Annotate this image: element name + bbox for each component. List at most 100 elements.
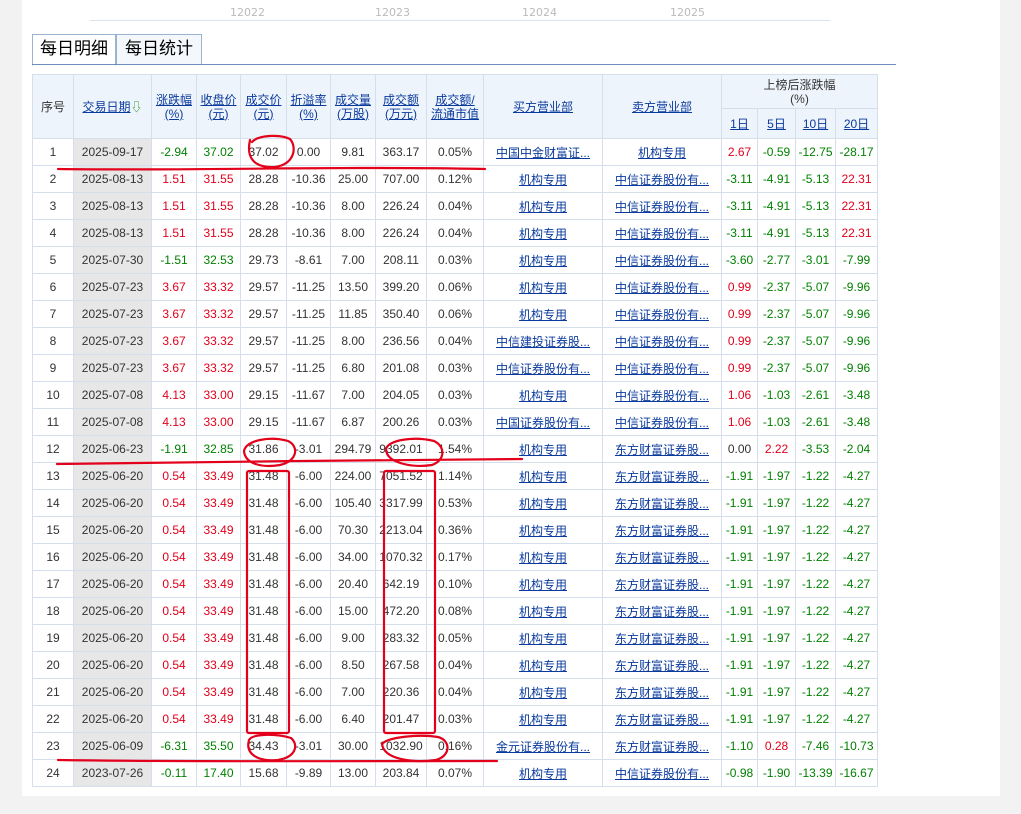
sort-volume-link[interactable]: 成交量 [335,93,371,107]
buyer-cell[interactable]: 机构专用 [483,246,603,274]
buyer-link[interactable]: 中国证券股份有... [496,416,590,430]
seller-cell[interactable]: 东方财富证券股... [602,489,722,517]
buyer-link[interactable]: 机构专用 [519,227,567,241]
seller-link[interactable]: 东方财富证券股... [615,686,709,700]
buyer-cell[interactable]: 机构专用 [483,273,603,301]
buyer-cell[interactable]: 机构专用 [483,516,603,544]
sort-buyer-link[interactable]: 买方营业部 [513,100,573,114]
col-d5-header[interactable]: 5日 [757,108,796,139]
seller-link[interactable]: 东方财富证券股... [615,443,709,457]
sort-amount-link[interactable]: 成交额 [383,93,419,107]
buyer-link[interactable]: 机构专用 [519,632,567,646]
seller-link[interactable]: 东方财富证券股... [615,470,709,484]
sort-ratio-link[interactable]: 成交额/ [435,93,474,107]
seller-cell[interactable]: 东方财富证券股... [602,462,722,490]
col-d10-header[interactable]: 10日 [795,108,836,139]
seller-cell[interactable]: 中信证券股份有... [602,246,722,274]
seller-link[interactable]: 中信证券股份有... [615,389,709,403]
seller-cell[interactable]: 中信证券股份有... [602,192,722,220]
buyer-cell[interactable]: 中国中金财富证... [483,138,603,166]
seller-link[interactable]: 东方财富证券股... [615,551,709,565]
col-change-header[interactable]: 涨跌幅 (%) [151,74,197,139]
seller-link[interactable]: 东方财富证券股... [615,578,709,592]
seller-link[interactable]: 东方财富证券股... [615,713,709,727]
buyer-link[interactable]: 机构专用 [519,578,567,592]
buyer-link[interactable]: 中国中金财富证... [496,146,590,160]
sort-d20-link[interactable]: 20日 [844,117,869,131]
buyer-cell[interactable]: 机构专用 [483,678,603,706]
buyer-link[interactable]: 机构专用 [519,767,567,781]
buyer-link[interactable]: 机构专用 [519,254,567,268]
seller-link[interactable]: 中信证券股份有... [615,335,709,349]
sort-premium-link[interactable]: 折溢率 [290,93,326,107]
seller-link[interactable]: 东方财富证券股... [615,659,709,673]
col-close-header[interactable]: 收盘价 (元) [196,74,241,139]
close-unit[interactable]: (元) [209,107,229,121]
sort-price-link[interactable]: 成交价 [245,93,281,107]
buyer-link[interactable]: 机构专用 [519,659,567,673]
seller-cell[interactable]: 中信证券股份有... [602,219,722,247]
buyer-link[interactable]: 机构专用 [519,389,567,403]
buyer-link[interactable]: 中信证券股份有... [496,362,590,376]
sort-date-link[interactable]: 交易日期 [82,100,130,114]
seller-link[interactable]: 中信证券股份有... [615,281,709,295]
buyer-link[interactable]: 金元证券股份有... [496,740,590,754]
buyer-cell[interactable]: 机构专用 [483,489,603,517]
seller-link[interactable]: 中信证券股份有... [615,308,709,322]
seller-cell[interactable]: 东方财富证券股... [602,705,722,733]
premium-unit[interactable]: (%) [299,107,318,121]
seller-cell[interactable]: 东方财富证券股... [602,732,722,760]
buyer-link[interactable]: 机构专用 [519,281,567,295]
seller-link[interactable]: 中信证券股份有... [615,767,709,781]
buyer-cell[interactable]: 机构专用 [483,759,603,787]
sort-close-link[interactable]: 收盘价 [200,93,236,107]
buyer-cell[interactable]: 机构专用 [483,597,603,625]
seller-cell[interactable]: 中信证券股份有... [602,354,722,382]
seller-cell[interactable]: 中信证券股份有... [602,273,722,301]
sort-change-link[interactable]: 涨跌幅 [156,93,192,107]
seller-link[interactable]: 中信证券股份有... [615,254,709,268]
buyer-cell[interactable]: 机构专用 [483,192,603,220]
buyer-link[interactable]: 机构专用 [519,713,567,727]
buyer-link[interactable]: 机构专用 [519,173,567,187]
col-premium-header[interactable]: 折溢率 (%) [286,74,331,139]
buyer-cell[interactable]: 机构专用 [483,543,603,571]
seller-cell[interactable]: 东方财富证券股... [602,597,722,625]
seller-cell[interactable]: 东方财富证券股... [602,543,722,571]
seller-link[interactable]: 中信证券股份有... [615,362,709,376]
seller-link[interactable]: 机构专用 [638,146,686,160]
tab-daily-stats[interactable]: 每日统计 [116,34,202,65]
seller-link[interactable]: 东方财富证券股... [615,632,709,646]
col-amount-header[interactable]: 成交额 (万元) [375,74,427,139]
buyer-link[interactable]: 中信建投证券股... [496,335,590,349]
seller-cell[interactable]: 东方财富证券股... [602,516,722,544]
buyer-cell[interactable]: 机构专用 [483,705,603,733]
buyer-cell[interactable]: 机构专用 [483,570,603,598]
sort-seller-link[interactable]: 卖方营业部 [632,100,692,114]
seller-cell[interactable]: 东方财富证券股... [602,570,722,598]
volume-unit[interactable]: (万股) [337,107,369,121]
seller-cell[interactable]: 东方财富证券股... [602,651,722,679]
seller-cell[interactable]: 东方财富证券股... [602,678,722,706]
buyer-cell[interactable]: 机构专用 [483,624,603,652]
seller-link[interactable]: 中信证券股份有... [615,200,709,214]
col-buyer-header[interactable]: 买方营业部 [483,74,603,139]
col-seller-header[interactable]: 卖方营业部 [602,74,722,139]
buyer-cell[interactable]: 机构专用 [483,219,603,247]
col-d1-header[interactable]: 1日 [721,108,758,139]
col-volume-header[interactable]: 成交量 (万股) [330,74,376,139]
buyer-link[interactable]: 机构专用 [519,686,567,700]
buyer-link[interactable]: 机构专用 [519,497,567,511]
seller-cell[interactable]: 中信证券股份有... [602,759,722,787]
change-unit[interactable]: (%) [165,107,184,121]
seller-link[interactable]: 中信证券股份有... [615,227,709,241]
buyer-link[interactable]: 机构专用 [519,524,567,538]
col-ratio-header[interactable]: 成交额/流通市值 [426,74,484,139]
seller-link[interactable]: 中信证券股份有... [615,173,709,187]
buyer-link[interactable]: 机构专用 [519,308,567,322]
seller-link[interactable]: 中信证券股份有... [615,416,709,430]
seller-cell[interactable]: 中信证券股份有... [602,300,722,328]
buyer-cell[interactable]: 中国证券股份有... [483,408,603,436]
seller-cell[interactable]: 中信证券股份有... [602,327,722,355]
seller-cell[interactable]: 机构专用 [602,138,722,166]
